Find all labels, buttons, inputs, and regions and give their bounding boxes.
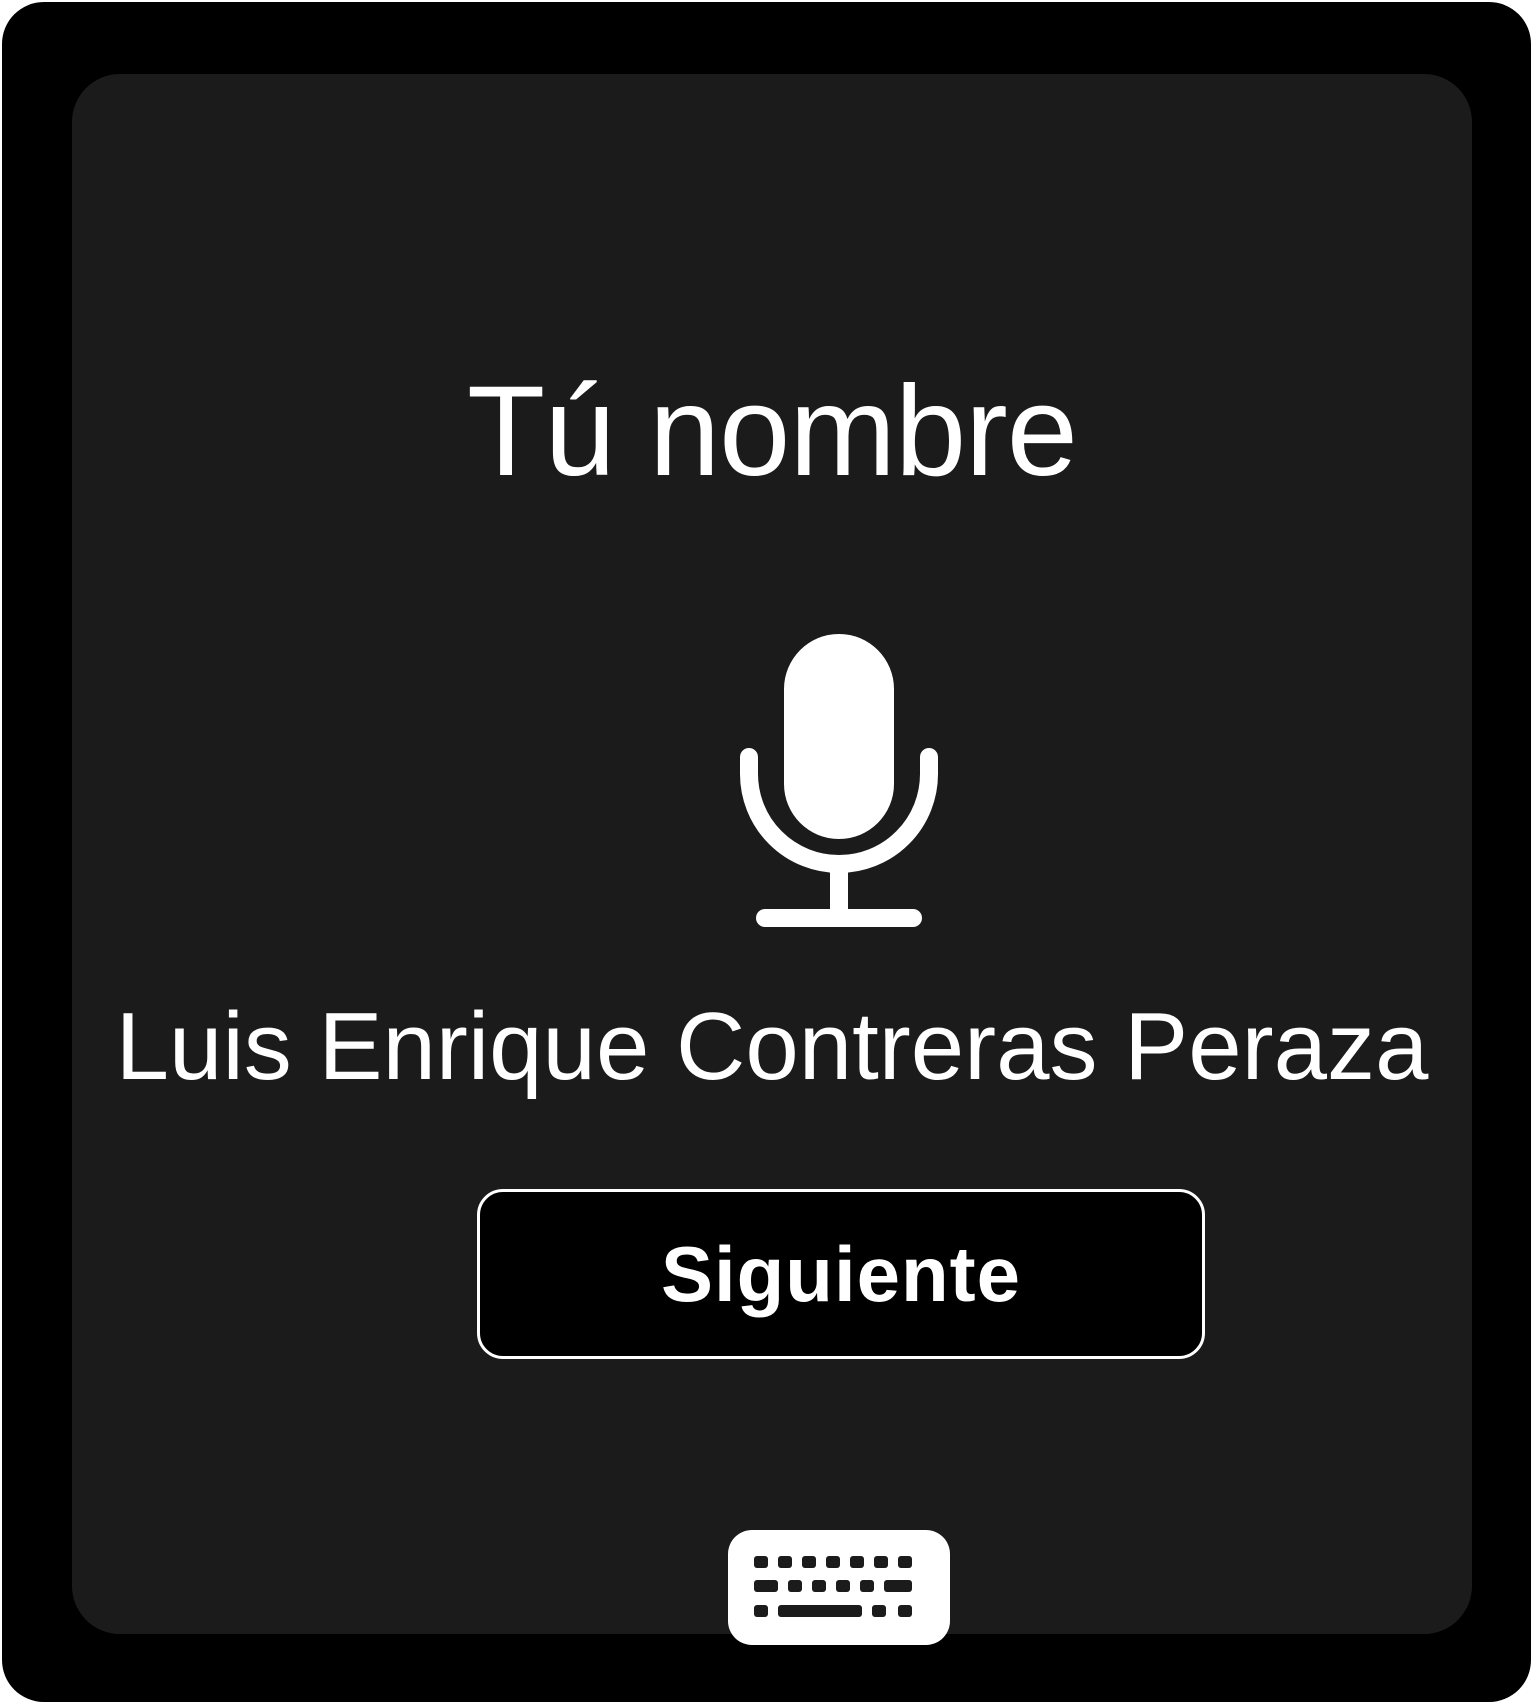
next-button-label: Siguiente — [660, 1229, 1022, 1318]
voice-input-panel: Tú nombre Luis Enrique Contreras Peraza … — [72, 74, 1472, 1645]
next-button[interactable]: Siguiente — [477, 1189, 1205, 1359]
page-title: Tú nombre — [467, 360, 1078, 503]
microphone-icon[interactable] — [739, 634, 939, 934]
recognized-name-text: Luis Enrique Contreras Peraza — [115, 993, 1429, 1100]
keyboard-icon[interactable] — [728, 1530, 950, 1645]
device-frame: Tú nombre Luis Enrique Contreras Peraza … — [2, 2, 1531, 1702]
